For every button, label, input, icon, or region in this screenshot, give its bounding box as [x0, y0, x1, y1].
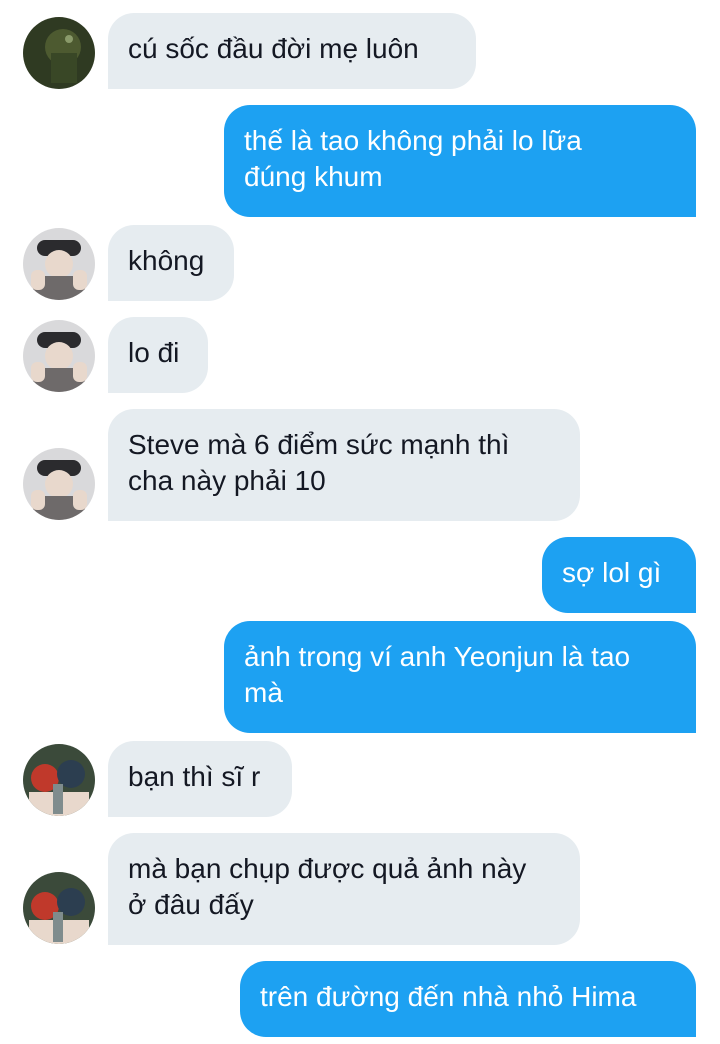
incoming-message-bubble[interactable]: mà bạn chụp được quả ảnh này ở đâu đấy	[108, 833, 580, 945]
hat-person-avatar[interactable]	[23, 320, 95, 392]
incoming-message-bubble[interactable]: lo đi	[108, 317, 208, 393]
incoming-message-bubble[interactable]: không	[108, 225, 234, 301]
hat-person-avatar[interactable]	[23, 448, 95, 520]
anime-group-avatar[interactable]	[23, 872, 95, 944]
hat-person-avatar[interactable]	[23, 228, 95, 300]
outgoing-message-bubble[interactable]: thế là tao không phải lo lữa đúng khum	[224, 105, 696, 217]
incoming-message-bubble[interactable]: Steve mà 6 điểm sức mạnh thì cha này phả…	[108, 409, 580, 521]
outgoing-message-bubble[interactable]: trên đường đến nhà nhỏ Hima	[240, 961, 696, 1037]
incoming-message-bubble[interactable]: bạn thì sĩ r	[108, 741, 292, 817]
dark-green-avatar[interactable]	[23, 17, 95, 89]
outgoing-message-bubble[interactable]: ảnh trong ví anh Yeonjun là tao mà	[224, 621, 696, 733]
incoming-message-bubble[interactable]: cú sốc đầu đời mẹ luôn	[108, 13, 476, 89]
anime-group-avatar[interactable]	[23, 744, 95, 816]
outgoing-message-bubble[interactable]: sợ lol gì	[542, 537, 696, 613]
